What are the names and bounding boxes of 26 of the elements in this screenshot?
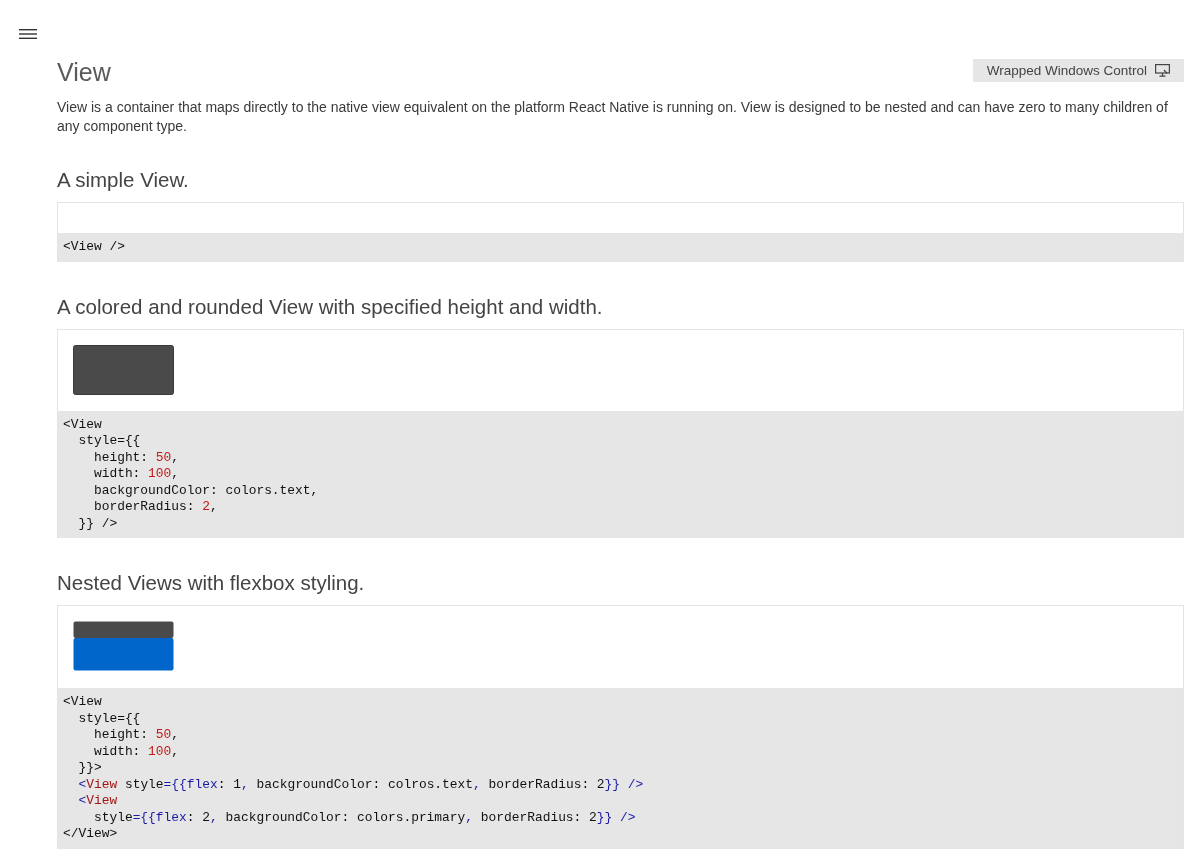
code-line: <View style={{flex: 1, backgroundColor: colros.text, borderRadius: 2}} /> [77, 776, 645, 793]
menu-button[interactable] [18, 26, 38, 42]
code-line: backgroundColor: colors.text, [92, 482, 320, 499]
code-line: width: 100, [92, 466, 181, 483]
code-line: }}> [77, 760, 103, 777]
monitor-icon [1155, 64, 1170, 77]
code-line: height: 50, [92, 449, 181, 466]
code-line: }} /> [77, 515, 119, 532]
code-line: style={{ [77, 433, 142, 450]
section-heading: A simple View. [57, 167, 190, 193]
code-line: <View [63, 694, 103, 711]
code-line: </View> [63, 826, 119, 843]
code-line: <View [77, 793, 119, 810]
code-line: width: 100, [92, 743, 181, 760]
code-line: <View /> [63, 239, 126, 256]
code-line: borderRadius: 2, [92, 499, 219, 516]
menu-icon [19, 29, 37, 39]
code-line: <View [63, 416, 103, 433]
code-line: height: 50, [92, 727, 181, 744]
section-heading: Nested Views with flexbox styling. [57, 570, 366, 596]
code-line: style={{flex: 2, backgroundColor: colors.primary, borderRadius: 2}} /> [92, 809, 637, 826]
page-title: View [57, 57, 111, 88]
code-line: style={{ [77, 710, 142, 727]
section-heading: A colored and rounded View with specified height and width. [57, 293, 604, 320]
description-text: View is a container that maps directly to the native view equivalent on the platform React Native is running on. View is designed to be nested and can have zero to many children of any component type. [57, 98, 1169, 136]
wrapped-control-button[interactable]: Wrapped Windows Control [972, 59, 1184, 82]
